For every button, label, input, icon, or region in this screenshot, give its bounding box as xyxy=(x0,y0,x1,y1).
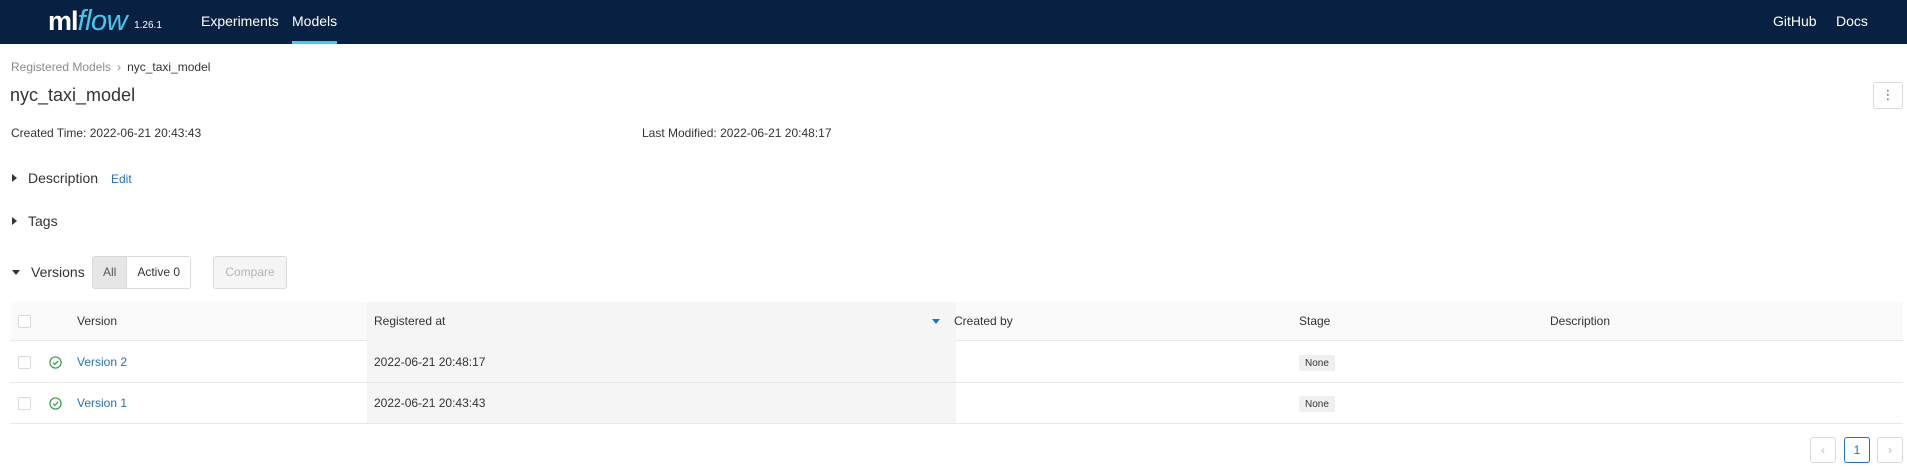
sort-descending-icon[interactable] xyxy=(932,319,940,324)
column-header-registered-at[interactable]: Registered at xyxy=(374,302,445,341)
select-all-checkbox[interactable] xyxy=(18,315,31,328)
nav-models[interactable]: Models xyxy=(292,0,338,44)
ready-status-icon xyxy=(49,356,62,369)
pagination-next-button[interactable]: › xyxy=(1877,437,1903,463)
column-header-stage[interactable]: Stage xyxy=(1299,302,1330,341)
created-time: Created Time: 2022-06-21 20:43:43 xyxy=(11,126,201,140)
tags-section-toggle[interactable]: Tags xyxy=(12,213,58,229)
table-row: Version 2 2022-06-21 20:48:17 None xyxy=(10,342,1903,383)
filter-all-button[interactable]: All xyxy=(93,257,128,288)
last-modified-value: 2022-06-21 20:48:17 xyxy=(720,126,832,140)
caret-right-icon xyxy=(12,174,17,182)
created-time-label: Created Time: xyxy=(11,126,87,140)
pagination-prev-button[interactable]: ‹ xyxy=(1810,437,1836,463)
breadcrumb: Registered Models › nyc_taxi_model xyxy=(11,60,210,74)
last-modified: Last Modified: 2022-06-21 20:48:17 xyxy=(642,126,832,140)
caret-right-icon xyxy=(12,217,17,225)
breadcrumb-registered-models[interactable]: Registered Models xyxy=(11,60,111,74)
compare-button[interactable]: Compare xyxy=(213,256,287,289)
nav-experiments[interactable]: Experiments xyxy=(201,0,279,44)
top-nav-bar: ml flow 1.26.1 Experiments Models GitHub… xyxy=(0,0,1907,44)
versions-section-toggle[interactable]: Versions xyxy=(12,264,85,280)
version-link[interactable]: Version 2 xyxy=(77,342,127,382)
tags-section-label: Tags xyxy=(28,213,58,229)
description-section-toggle[interactable]: Description xyxy=(12,170,98,186)
nav-docs[interactable]: Docs xyxy=(1836,0,1868,44)
logo-flow-text: flow xyxy=(77,5,128,37)
column-header-version[interactable]: Version xyxy=(77,302,117,341)
stage-badge: None xyxy=(1299,396,1335,412)
pagination-page-1[interactable]: 1 xyxy=(1844,437,1870,463)
version-filter-group: All Active 0 xyxy=(92,256,192,289)
breadcrumb-current: nyc_taxi_model xyxy=(127,60,211,74)
registered-at-cell: 2022-06-21 20:48:17 xyxy=(374,355,486,369)
last-modified-label: Last Modified: xyxy=(642,126,717,140)
filter-active-button[interactable]: Active 0 xyxy=(127,257,191,288)
table-row: Version 1 2022-06-21 20:43:43 None xyxy=(10,383,1903,424)
more-options-button[interactable]: ⋮ xyxy=(1873,82,1903,109)
nav-github[interactable]: GitHub xyxy=(1773,0,1817,44)
column-header-created-by[interactable]: Created by xyxy=(954,302,1013,341)
created-time-value: 2022-06-21 20:43:43 xyxy=(89,126,202,140)
column-header-description[interactable]: Description xyxy=(1550,302,1610,341)
caret-down-icon xyxy=(12,269,20,275)
page-title: nyc_taxi_model xyxy=(10,85,136,105)
row-checkbox[interactable] xyxy=(18,397,31,410)
registered-at-cell: 2022-06-21 20:43:43 xyxy=(374,396,486,410)
mlflow-logo[interactable]: ml flow 1.26.1 xyxy=(48,0,162,44)
stage-badge: None xyxy=(1299,355,1335,371)
versions-section-label: Versions xyxy=(31,264,85,280)
logo-ml-text: ml xyxy=(48,6,78,36)
version-link[interactable]: Version 1 xyxy=(77,383,127,423)
edit-description-link[interactable]: Edit xyxy=(111,172,132,186)
version-label: 1.26.1 xyxy=(134,20,162,31)
description-section-label: Description xyxy=(28,170,99,186)
breadcrumb-separator-icon: › xyxy=(117,60,122,74)
row-checkbox[interactable] xyxy=(18,356,31,369)
ready-status-icon xyxy=(49,397,62,410)
